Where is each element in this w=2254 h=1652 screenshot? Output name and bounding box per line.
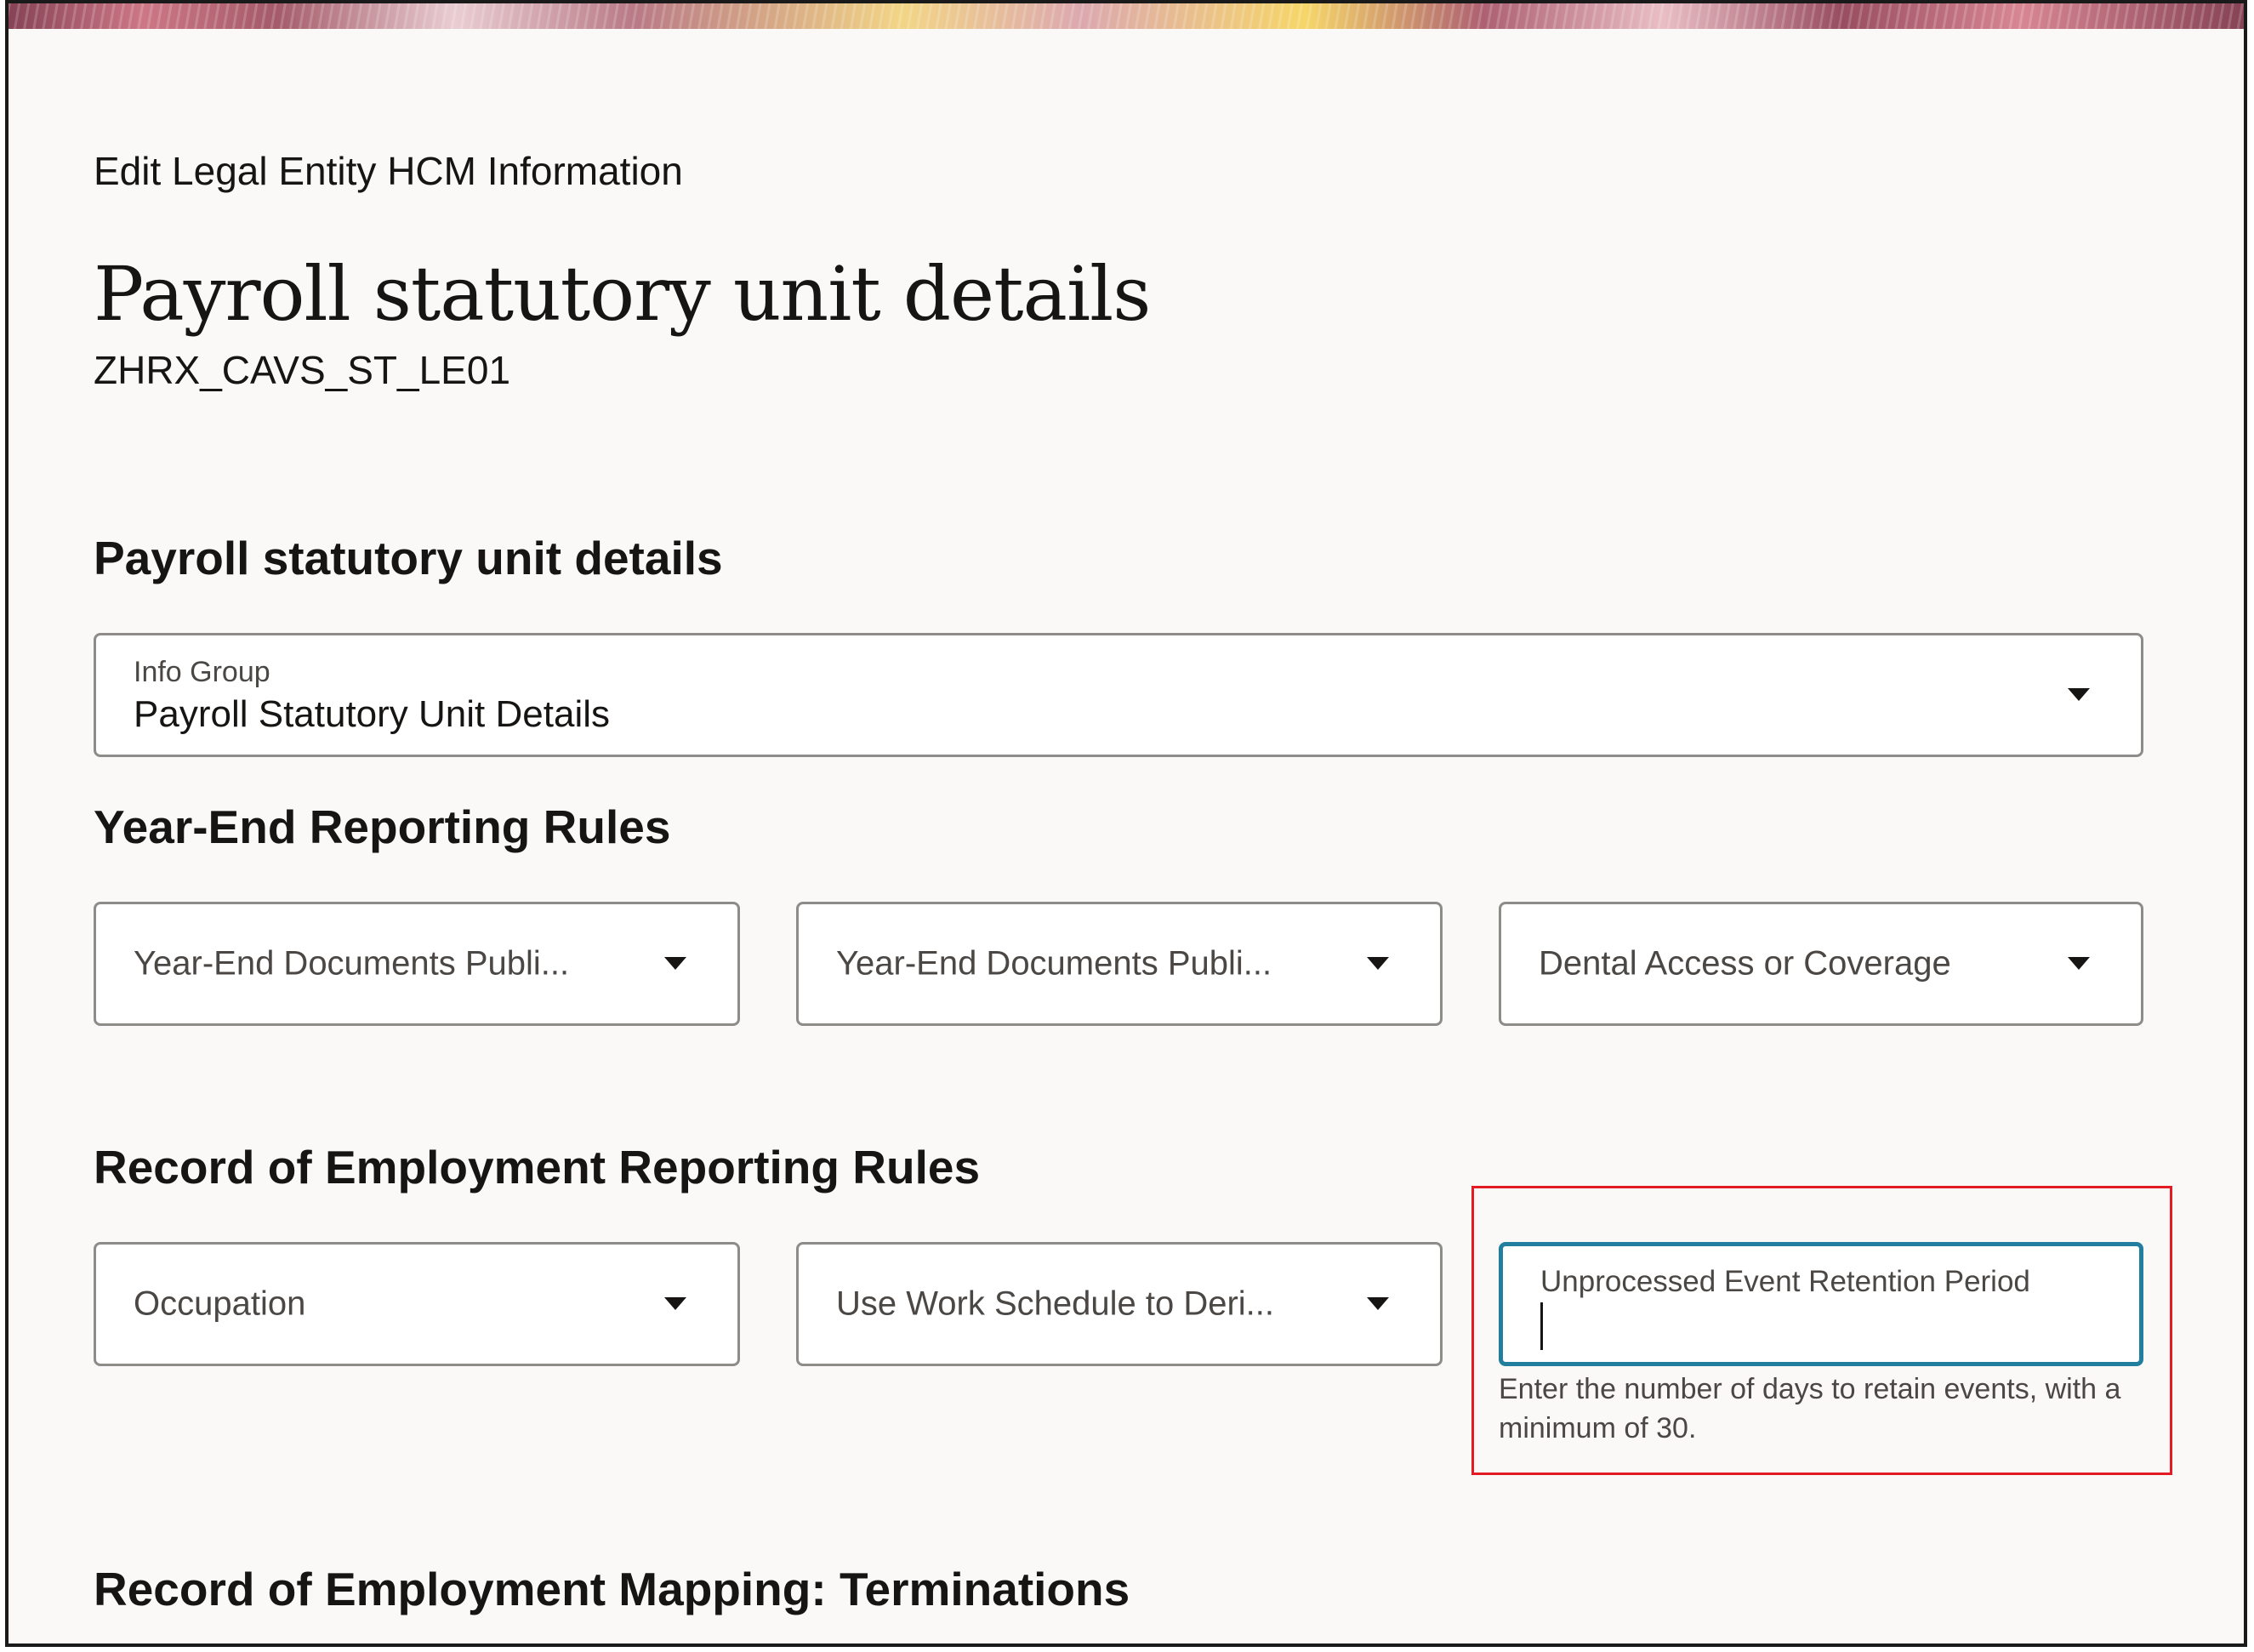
- year-end-documents-select-1[interactable]: Year-End Documents Publi...: [94, 902, 740, 1026]
- page-title: Payroll statutory unit details: [94, 250, 1151, 338]
- chevron-down-icon[interactable]: [664, 957, 686, 970]
- page-frame: Edit Legal Entity HCM Information Payrol…: [5, 0, 2247, 1647]
- info-group-value: Payroll Statutory Unit Details: [134, 693, 610, 735]
- select-placeholder: Year-End Documents Publi...: [134, 944, 570, 983]
- page-subtitle: ZHRX_CAVS_ST_LE01: [94, 348, 511, 392]
- select-placeholder: Occupation: [134, 1285, 306, 1323]
- occupation-select[interactable]: Occupation: [94, 1242, 740, 1366]
- section-title-roe-rules: Record of Employment Reporting Rules: [94, 1141, 981, 1193]
- breadcrumb: Edit Legal Entity HCM Information: [94, 149, 683, 193]
- annotation-highlight-box: [1471, 1186, 2172, 1475]
- year-end-documents-select-2[interactable]: Year-End Documents Publi...: [796, 902, 1443, 1026]
- decorative-banner: [9, 3, 2244, 29]
- dental-access-select[interactable]: Dental Access or Coverage: [1499, 902, 2143, 1026]
- section-title-roe-mapping: Record of Employment Mapping: Terminatio…: [94, 1563, 1130, 1615]
- select-placeholder: Use Work Schedule to Deri...: [836, 1285, 1275, 1323]
- chevron-down-icon[interactable]: [1367, 957, 1389, 970]
- section-title-year-end: Year-End Reporting Rules: [94, 800, 671, 853]
- info-group-label: Info Group: [134, 656, 270, 688]
- select-placeholder: Dental Access or Coverage: [1539, 944, 1951, 983]
- chevron-down-icon[interactable]: [2068, 957, 2090, 970]
- select-placeholder: Year-End Documents Publi...: [836, 944, 1272, 983]
- chevron-down-icon[interactable]: [1367, 1297, 1389, 1310]
- info-group-select[interactable]: Info Group Payroll Statutory Unit Detail…: [94, 633, 2143, 757]
- section-title-psu-details: Payroll statutory unit details: [94, 532, 723, 584]
- chevron-down-icon[interactable]: [664, 1297, 686, 1310]
- chevron-down-icon[interactable]: [2068, 688, 2090, 701]
- use-work-schedule-select[interactable]: Use Work Schedule to Deri...: [796, 1242, 1443, 1366]
